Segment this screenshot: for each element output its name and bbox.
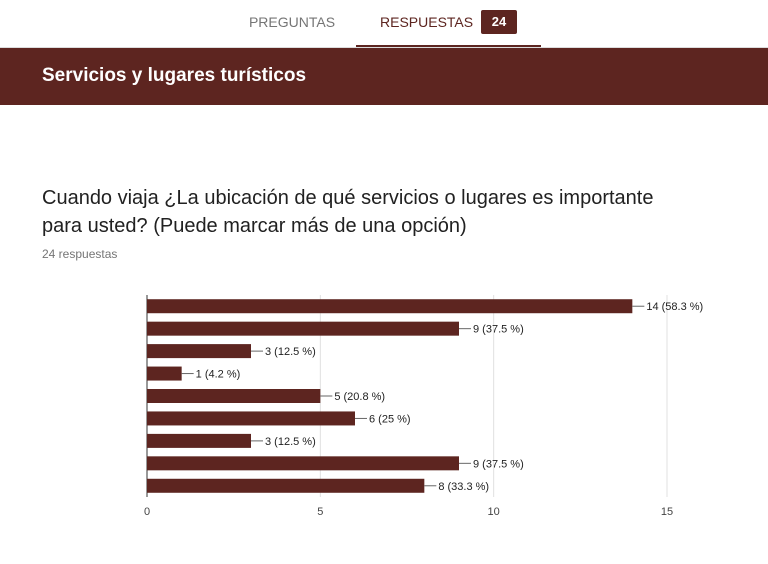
chart-data-label: 1 (4.2 %)	[196, 369, 241, 381]
chart-data-label: 3 (12.5 %)	[265, 346, 316, 358]
chart-data-label: 8 (33.3 %)	[438, 481, 489, 493]
question-title: Cuando viaja ¿La ubicación de qué servic…	[42, 187, 654, 237]
chart-bar	[147, 321, 459, 336]
tab-preguntas-label: PREGUNTAS	[248, 14, 336, 30]
chart-bar	[147, 456, 459, 471]
tab-preguntas[interactable]: PREGUNTAS	[232, 0, 352, 47]
responses-count-badge: 24	[481, 10, 517, 34]
chart-bar	[147, 366, 182, 381]
section-title: Servicios y lugares turísticos	[42, 65, 307, 86]
tab-respuestas[interactable]: RESPUESTAS 24	[356, 0, 541, 47]
chart-tick-label: 5	[317, 506, 323, 518]
section-header: Servicios y lugares turísticos	[0, 48, 768, 105]
chart-data-label: 5 (20.8 %)	[334, 391, 385, 403]
chart-tick-label: 15	[661, 506, 673, 518]
top-tab-bar: PREGUNTAS RESPUESTAS 24	[0, 0, 768, 47]
chart-bar	[147, 389, 321, 403]
chart-data-label: 9 (37.5 %)	[473, 324, 524, 336]
chart-bar	[147, 344, 251, 359]
chart-tick-label: 10	[488, 506, 500, 518]
chart-data-label: 3 (12.5 %)	[265, 436, 316, 448]
tab-respuestas-label: RESPUESTAS	[380, 14, 474, 30]
response-count: 24 respuestas	[42, 247, 118, 261]
chart-data-label: 6 (25 %)	[369, 413, 411, 425]
chart-data-label: 9 (37.5 %)	[473, 458, 524, 470]
chart-tick-label: 0	[144, 506, 150, 518]
responses-bar-chart: 14 (58.3 %) 9 (37.5 %) 3 (12.5 %) 1 (4.2 %)…	[144, 295, 703, 518]
chart-bar	[147, 433, 251, 448]
chart-bar	[147, 299, 633, 314]
chart-bar	[147, 411, 355, 426]
chart-bar	[147, 478, 425, 493]
chart-data-label: 14 (58.3 %)	[646, 301, 703, 313]
